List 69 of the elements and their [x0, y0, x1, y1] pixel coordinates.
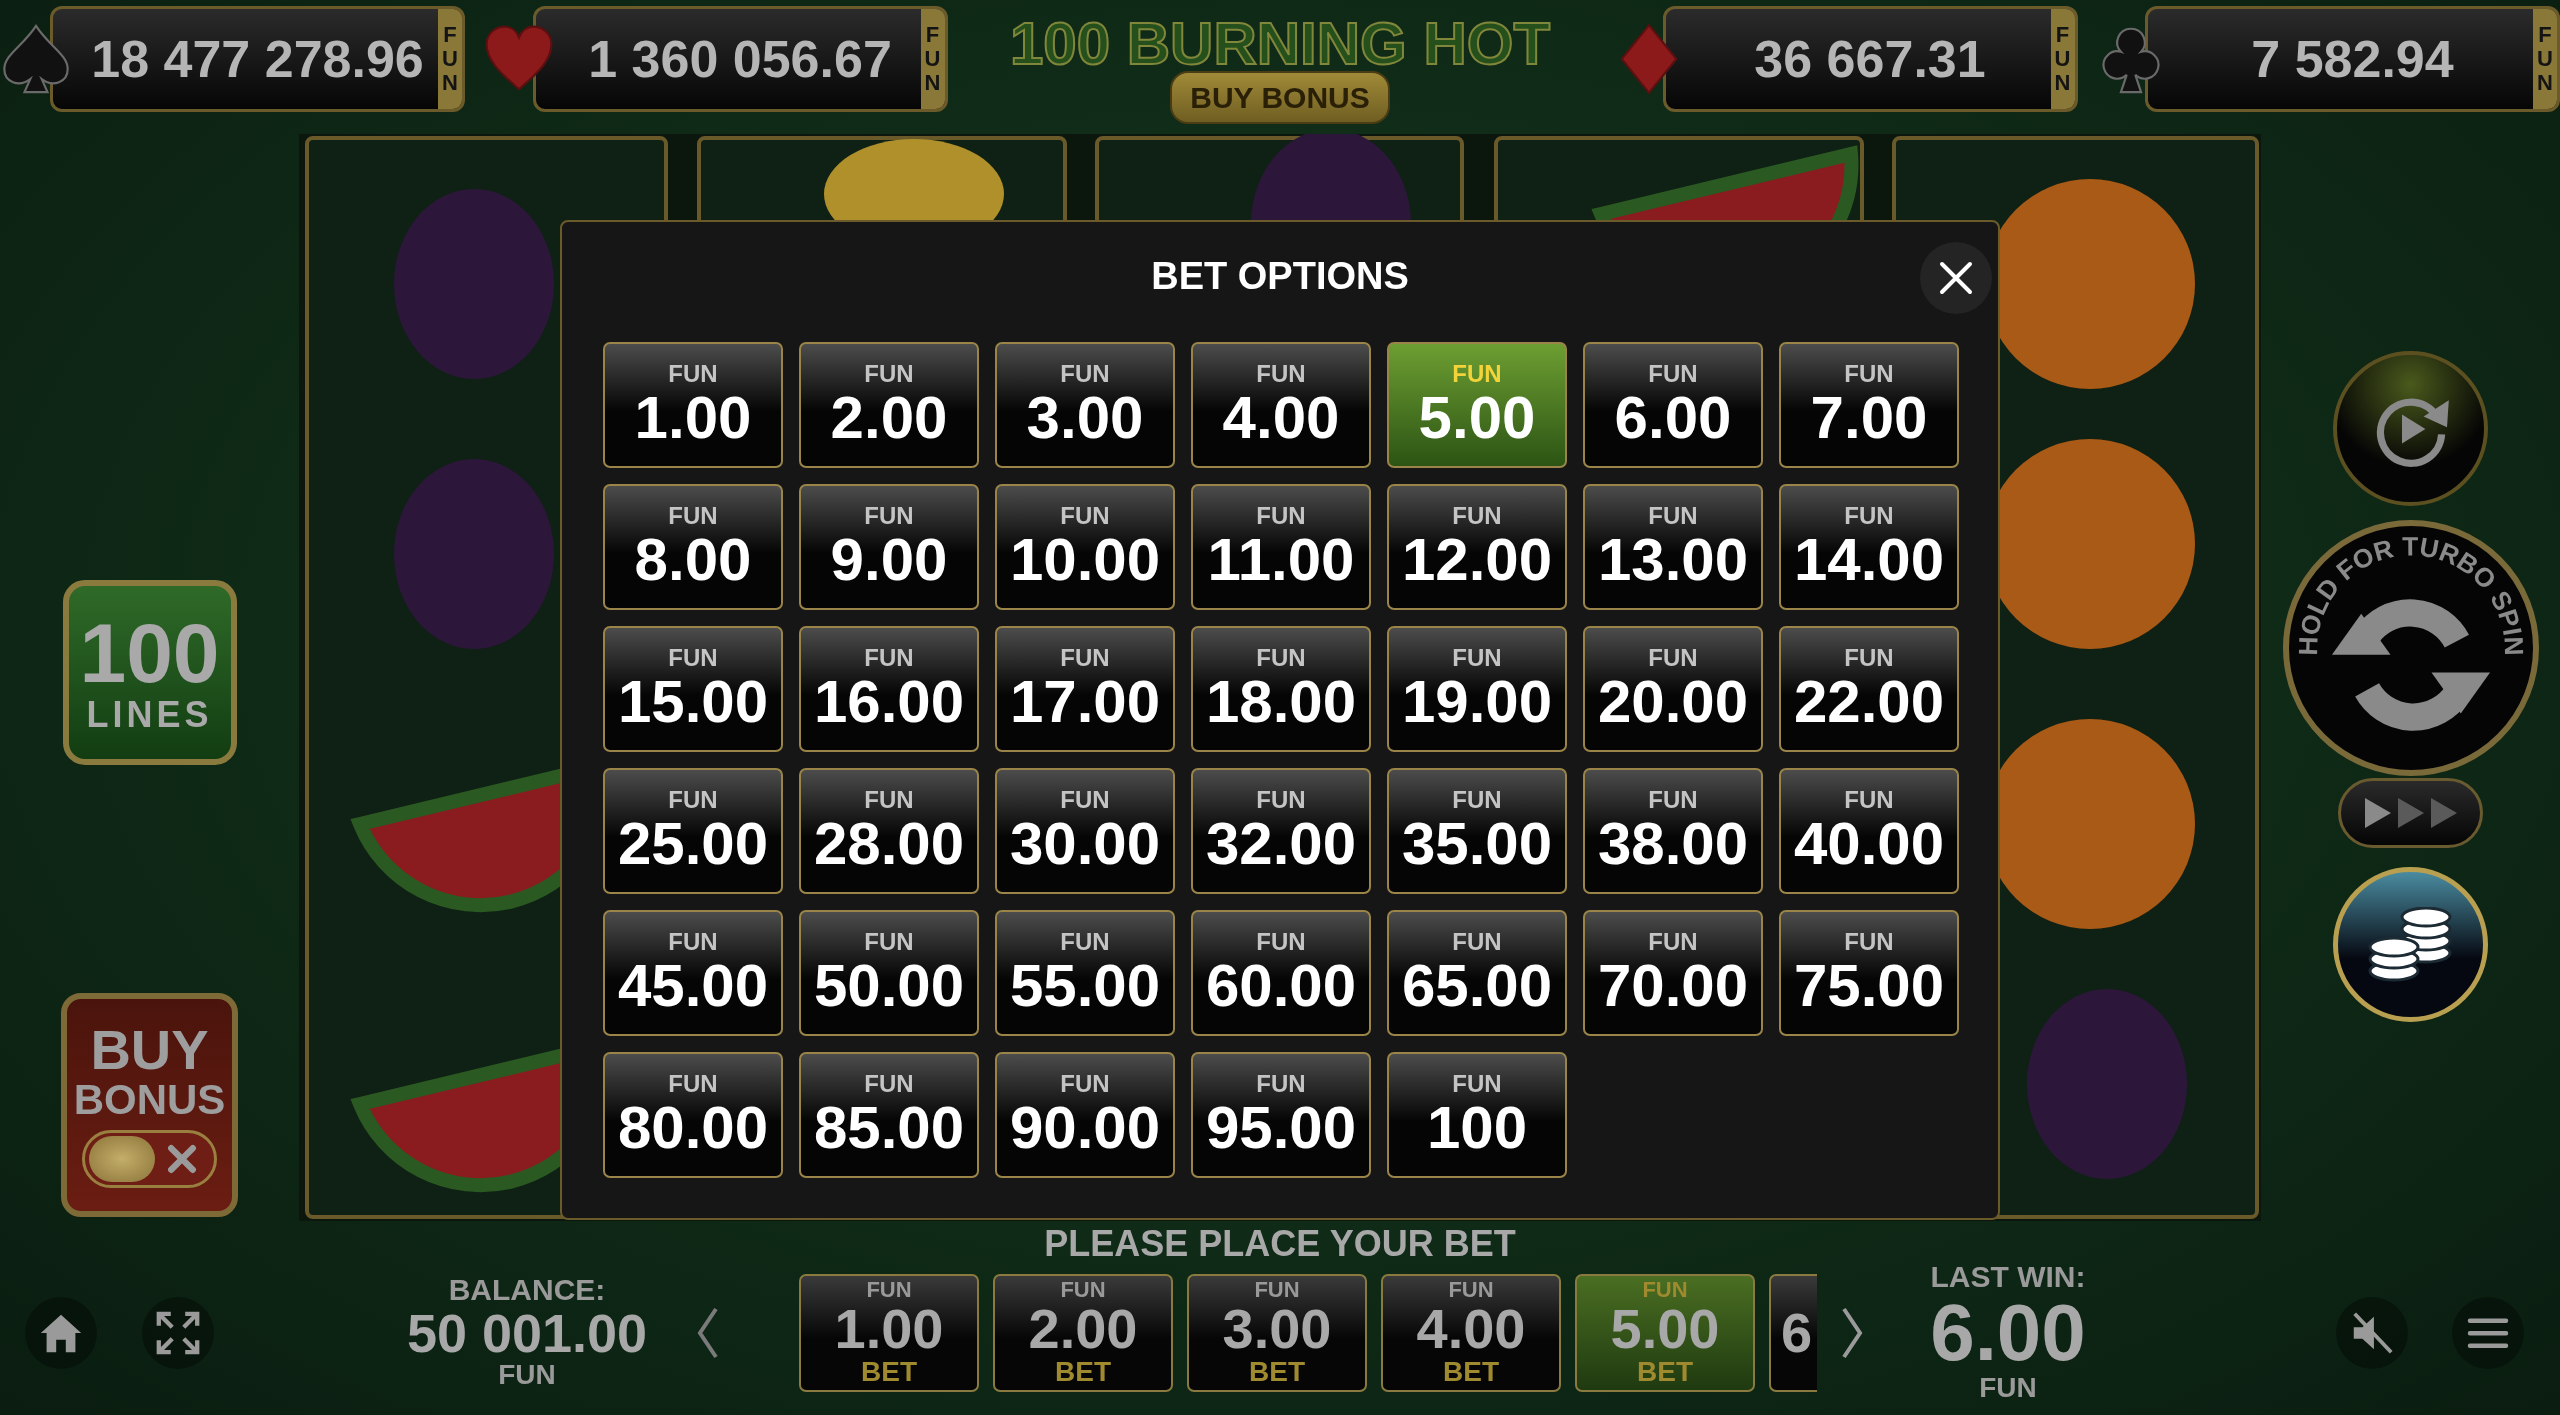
bet-option[interactable]: FUN 20.00: [1583, 626, 1763, 752]
last-win-label: LAST WIN:: [1930, 1261, 2086, 1293]
bet-chip[interactable]: 6: [1769, 1273, 1817, 1392]
currency-label: FUN: [920, 9, 945, 109]
bet-chip[interactable]: FUN 3.00 BET: [1187, 1273, 1367, 1392]
coins-icon: [2367, 906, 2454, 983]
bet-chip[interactable]: FUN 1.00 BET: [799, 1273, 979, 1392]
balance-label: BALANCE:: [448, 1274, 606, 1306]
bet-option[interactable]: FUN 15.00: [603, 626, 783, 752]
bet-option[interactable]: FUN 5.00: [1387, 342, 1567, 468]
bet-option[interactable]: FUN 16.00: [799, 626, 979, 752]
bet-option[interactable]: FUN 8.00: [603, 484, 783, 610]
bet-option[interactable]: FUN 50.00: [799, 910, 979, 1036]
jackpot-amount: 18 477 278.96: [90, 29, 425, 90]
bet-option[interactable]: FUN 32.00: [1191, 768, 1371, 894]
bet-option[interactable]: FUN 18.00: [1191, 626, 1371, 752]
bet-prompt: PLEASE PLACE YOUR BET: [1043, 1224, 1517, 1264]
bet-option[interactable]: FUN 95.00: [1191, 1052, 1371, 1178]
currency-label: FUN: [438, 9, 462, 109]
balance-amount: 50 001.00: [406, 1305, 648, 1360]
bet-option[interactable]: FUN 100: [1387, 1052, 1567, 1178]
bet-option[interactable]: FUN 10.00: [995, 484, 1175, 610]
bet-option[interactable]: FUN 3.00: [995, 342, 1175, 468]
bet-option[interactable]: FUN 45.00: [603, 910, 783, 1036]
bet-option[interactable]: FUN 2.00: [799, 342, 979, 468]
bet-option[interactable]: FUN 4.00: [1191, 342, 1371, 468]
bet-option[interactable]: FUN 75.00: [1779, 910, 1959, 1036]
dialog-title: BET OPTIONS: [1151, 253, 1409, 299]
bet-option[interactable]: FUN 6.00: [1583, 342, 1763, 468]
bet-option[interactable]: FUN 80.00: [603, 1052, 783, 1178]
jackpot-amount: 7 582.94: [2250, 29, 2455, 90]
bet-chip[interactable]: FUN 2.00 BET: [993, 1273, 1173, 1392]
last-win-amount: 6.00: [1930, 1292, 2086, 1373]
bet-option[interactable]: FUN 25.00: [603, 768, 783, 894]
currency-label: FUN: [2533, 9, 2557, 109]
currency-label: FUN: [498, 1359, 556, 1391]
bet-option[interactable]: FUN 14.00: [1779, 484, 1959, 610]
bet-option[interactable]: FUN 13.00: [1583, 484, 1763, 610]
currency-label: FUN: [2050, 9, 2075, 109]
bet-option[interactable]: FUN 22.00: [1779, 626, 1959, 752]
lines-label: LINES: [86, 694, 213, 735]
buy-bonus-badge: BUY BONUS: [1170, 71, 1390, 124]
jackpot-amount: 1 360 056.67: [587, 29, 893, 90]
bet-option[interactable]: FUN 7.00: [1779, 342, 1959, 468]
bet-option[interactable]: FUN 40.00: [1779, 768, 1959, 894]
lines-number: 100: [79, 610, 220, 695]
bet-option[interactable]: FUN 28.00: [799, 768, 979, 894]
buy-bonus-button[interactable]: BUY BONUS: [61, 993, 238, 1217]
bet-option[interactable]: FUN 60.00: [1191, 910, 1371, 1036]
bet-option[interactable]: FUN 70.00: [1583, 910, 1763, 1036]
bet-option[interactable]: FUN 9.00: [799, 484, 979, 610]
bet-option[interactable]: FUN 12.00: [1387, 484, 1567, 610]
toggle-switch[interactable]: [82, 1130, 217, 1189]
bet-chip[interactable]: FUN 5.00 BET: [1575, 1273, 1755, 1392]
bet-option[interactable]: FUN 1.00: [603, 342, 783, 468]
spade-icon: [0, 23, 72, 95]
bet-option[interactable]: FUN 11.00: [1191, 484, 1371, 610]
bet-option[interactable]: FUN 30.00: [995, 768, 1175, 894]
bet-chip[interactable]: FUN 4.00 BET: [1381, 1273, 1561, 1392]
jackpot-amount: 36 667.31: [1753, 29, 1987, 90]
bet-option[interactable]: FUN 90.00: [995, 1052, 1175, 1178]
bet-option[interactable]: FUN 65.00: [1387, 910, 1567, 1036]
bet-option[interactable]: FUN 19.00: [1387, 626, 1567, 752]
currency-label: FUN: [1979, 1372, 2037, 1404]
bet-option[interactable]: FUN 55.00: [995, 910, 1175, 1036]
bet-option[interactable]: FUN 38.00: [1583, 768, 1763, 894]
bet-option[interactable]: FUN 35.00: [1387, 768, 1567, 894]
bet-option[interactable]: FUN 85.00: [799, 1052, 979, 1178]
bet-option[interactable]: FUN 17.00: [995, 626, 1175, 752]
